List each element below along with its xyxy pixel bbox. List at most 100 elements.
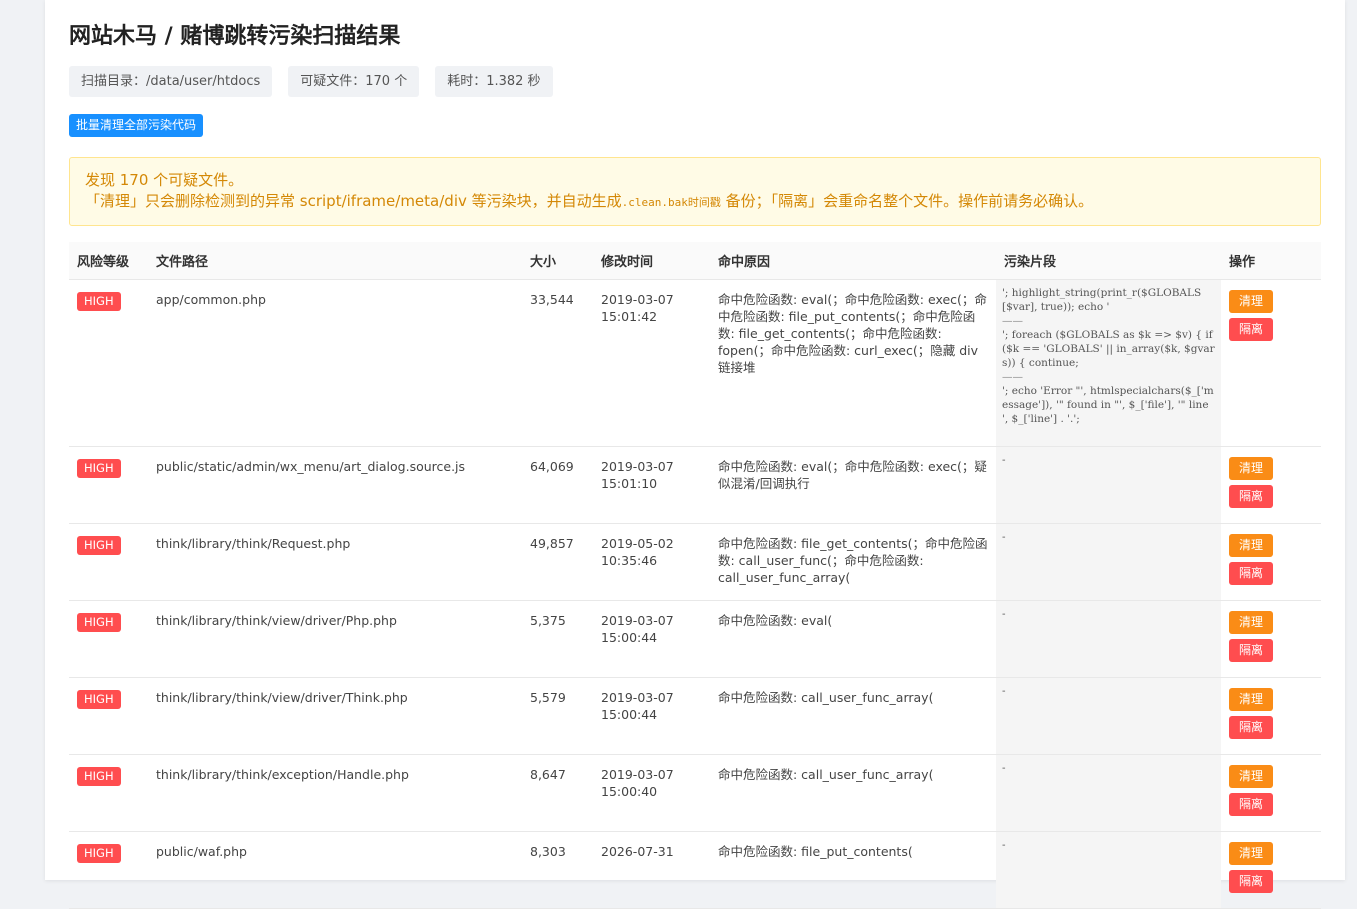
- results-content: 网站木马 / 赌博跳转污染扫描结果 扫描目录：/data/user/htdocs…: [69, 22, 1321, 909]
- file-path: think/library/think/view/driver/Php.php: [148, 600, 522, 678]
- snippet: -: [1002, 531, 1006, 543]
- snippet-cell: '; highlight_string(print_r($GLOBALS[$va…: [996, 279, 1221, 447]
- risk-badge: HIGH: [77, 690, 121, 709]
- batch-clean-button[interactable]: 批量清理全部污染代码: [69, 114, 204, 137]
- snippet-separator: ——: [1002, 371, 1023, 383]
- snippet-cell: -: [996, 677, 1221, 755]
- level-cell: HIGH: [69, 600, 148, 678]
- col-header-mtime: 修改时间: [593, 242, 710, 280]
- snippet-cell: -: [996, 754, 1221, 832]
- backup-suffix-code: .clean.bak时间戳: [621, 196, 721, 209]
- suspicious-count-chip: 可疑文件：170 个: [288, 66, 420, 97]
- file-path: app/common.php: [148, 279, 522, 447]
- col-header-snippet: 污染片段: [996, 242, 1221, 280]
- col-header-level: 风险等级: [69, 242, 148, 280]
- snippet: '; echo 'Error "', htmlspecialchars($_['…: [1002, 385, 1214, 425]
- mtime-cell: 2019-03-07 15:01:10: [593, 446, 710, 524]
- mtime-time: 15:00:40: [601, 784, 658, 799]
- quarantine-button[interactable]: 隔离: [1229, 485, 1273, 508]
- actions-cell: 清理 隔离: [1221, 523, 1321, 601]
- clean-button[interactable]: 清理: [1229, 290, 1273, 313]
- hit-reason: 命中危险函数: eval(: [710, 600, 996, 678]
- hit-reason: 命中危险函数: call_user_func_array(: [710, 677, 996, 755]
- file-path: think/library/think/Request.php: [148, 523, 522, 601]
- mtime-time: 15:00:44: [601, 630, 658, 645]
- risk-badge: HIGH: [77, 844, 121, 863]
- quarantine-button[interactable]: 隔离: [1229, 562, 1273, 585]
- risk-badge: HIGH: [77, 613, 121, 632]
- file-size: 8,647: [522, 754, 593, 832]
- actions-cell: 清理 隔离: [1221, 279, 1321, 447]
- clean-button[interactable]: 清理: [1229, 688, 1273, 711]
- elapsed-time-chip: 耗时：1.382 秒: [435, 66, 553, 97]
- notice-text-b: 备份；「隔离」会重命名整个文件。操作前请务必确认。: [725, 192, 1094, 210]
- page-title: 网站木马 / 赌博跳转污染扫描结果: [69, 24, 401, 49]
- snippet: -: [1002, 685, 1006, 697]
- risk-badge: HIGH: [77, 536, 121, 555]
- actions-cell: 清理 隔离: [1221, 831, 1321, 909]
- scan-dir-chip: 扫描目录：/data/user/htdocs: [69, 66, 273, 97]
- mtime-date: 2019-05-02: [601, 536, 674, 551]
- actions-cell: 清理 隔离: [1221, 446, 1321, 524]
- col-header-actions: 操作: [1221, 242, 1321, 280]
- mtime-date: 2019-03-07: [601, 292, 674, 307]
- mtime-cell: 2019-03-07 15:00:44: [593, 677, 710, 755]
- file-size: 33,544: [522, 279, 593, 447]
- quarantine-button[interactable]: 隔离: [1229, 716, 1273, 739]
- clean-button[interactable]: 清理: [1229, 534, 1273, 557]
- file-size: 5,375: [522, 600, 593, 678]
- clean-button[interactable]: 清理: [1229, 765, 1273, 788]
- mtime-time: 10:35:46: [601, 553, 658, 568]
- hit-reason: 命中危险函数: call_user_func_array(: [710, 754, 996, 832]
- level-cell: HIGH: [69, 677, 148, 755]
- risk-badge: HIGH: [77, 767, 121, 786]
- hit-reason: 命中危险函数: eval(；命中危险函数: exec(；疑似混淆/回调执行: [710, 446, 996, 524]
- actions-cell: 清理 隔离: [1221, 754, 1321, 832]
- clean-button[interactable]: 清理: [1229, 457, 1273, 480]
- summary-chips: 扫描目录：/data/user/htdocs 可疑文件：170 个 耗时：1.3…: [69, 66, 1321, 97]
- warning-notice: 发现 170 个可疑文件。 「清理」只会删除检测到的异常 script/ifra…: [69, 157, 1321, 226]
- clean-button[interactable]: 清理: [1229, 842, 1273, 865]
- mtime-date: 2019-03-07: [601, 459, 674, 474]
- mtime-time: 15:00:44: [601, 707, 658, 722]
- hit-reason: 命中危险函数: file_get_contents(；命中危险函数: call_…: [710, 523, 996, 601]
- file-size: 5,579: [522, 677, 593, 755]
- hit-reason: 命中危险函数: eval(；命中危险函数: exec(；命中危险函数: file…: [710, 279, 996, 447]
- file-path: think/library/think/exception/Handle.php: [148, 754, 522, 832]
- mtime-date: 2026-07-31: [601, 844, 674, 859]
- snippet-cell: -: [996, 446, 1221, 524]
- level-cell: HIGH: [69, 523, 148, 601]
- file-size: 64,069: [522, 446, 593, 524]
- notice-line-1: 发现 170 个可疑文件。: [85, 171, 244, 189]
- quarantine-button[interactable]: 隔离: [1229, 870, 1273, 893]
- snippet: -: [1002, 839, 1006, 851]
- snippet: -: [1002, 762, 1006, 774]
- file-size: 8,303: [522, 831, 593, 909]
- results-table: 风险等级 文件路径 大小 修改时间 命中原因 污染片段 操作 HIGH app/…: [69, 242, 1321, 909]
- mtime-cell: 2019-05-02 10:35:46: [593, 523, 710, 601]
- table-header-row: 风险等级 文件路径 大小 修改时间 命中原因 污染片段 操作: [69, 242, 1321, 280]
- snippet: '; highlight_string(print_r($GLOBALS[$va…: [1002, 287, 1202, 313]
- table-row: HIGH public/static/admin/wx_menu/art_dia…: [69, 446, 1321, 524]
- table-row: HIGH app/common.php 33,544 2019-03-07 15:…: [69, 279, 1321, 447]
- snippet-cell: -: [996, 831, 1221, 909]
- clean-button[interactable]: 清理: [1229, 611, 1273, 634]
- snippet: -: [1002, 454, 1006, 466]
- quarantine-button[interactable]: 隔离: [1229, 639, 1273, 662]
- mtime-time: 15:01:42: [601, 309, 658, 324]
- snippet-separator: ——: [1002, 315, 1023, 327]
- risk-badge: HIGH: [77, 292, 121, 311]
- quarantine-button[interactable]: 隔离: [1229, 793, 1273, 816]
- quarantine-button[interactable]: 隔离: [1229, 318, 1273, 341]
- table-row: HIGH think/library/think/view/driver/Thi…: [69, 677, 1321, 755]
- col-header-path: 文件路径: [148, 242, 522, 280]
- mtime-date: 2019-03-07: [601, 767, 674, 782]
- level-cell: HIGH: [69, 446, 148, 524]
- results-card: 网站木马 / 赌博跳转污染扫描结果 扫描目录：/data/user/htdocs…: [45, 0, 1345, 909]
- file-path: public/static/admin/wx_menu/art_dialog.s…: [148, 446, 522, 524]
- mtime-cell: 2019-03-07 15:00:44: [593, 600, 710, 678]
- table-row: HIGH think/library/think/Request.php 49,…: [69, 523, 1321, 601]
- hit-reason: 命中危险函数: file_put_contents(: [710, 831, 996, 909]
- table-row: HIGH public/waf.php 8,303 2026-07-31 命中危…: [69, 831, 1321, 909]
- actions-cell: 清理 隔离: [1221, 677, 1321, 755]
